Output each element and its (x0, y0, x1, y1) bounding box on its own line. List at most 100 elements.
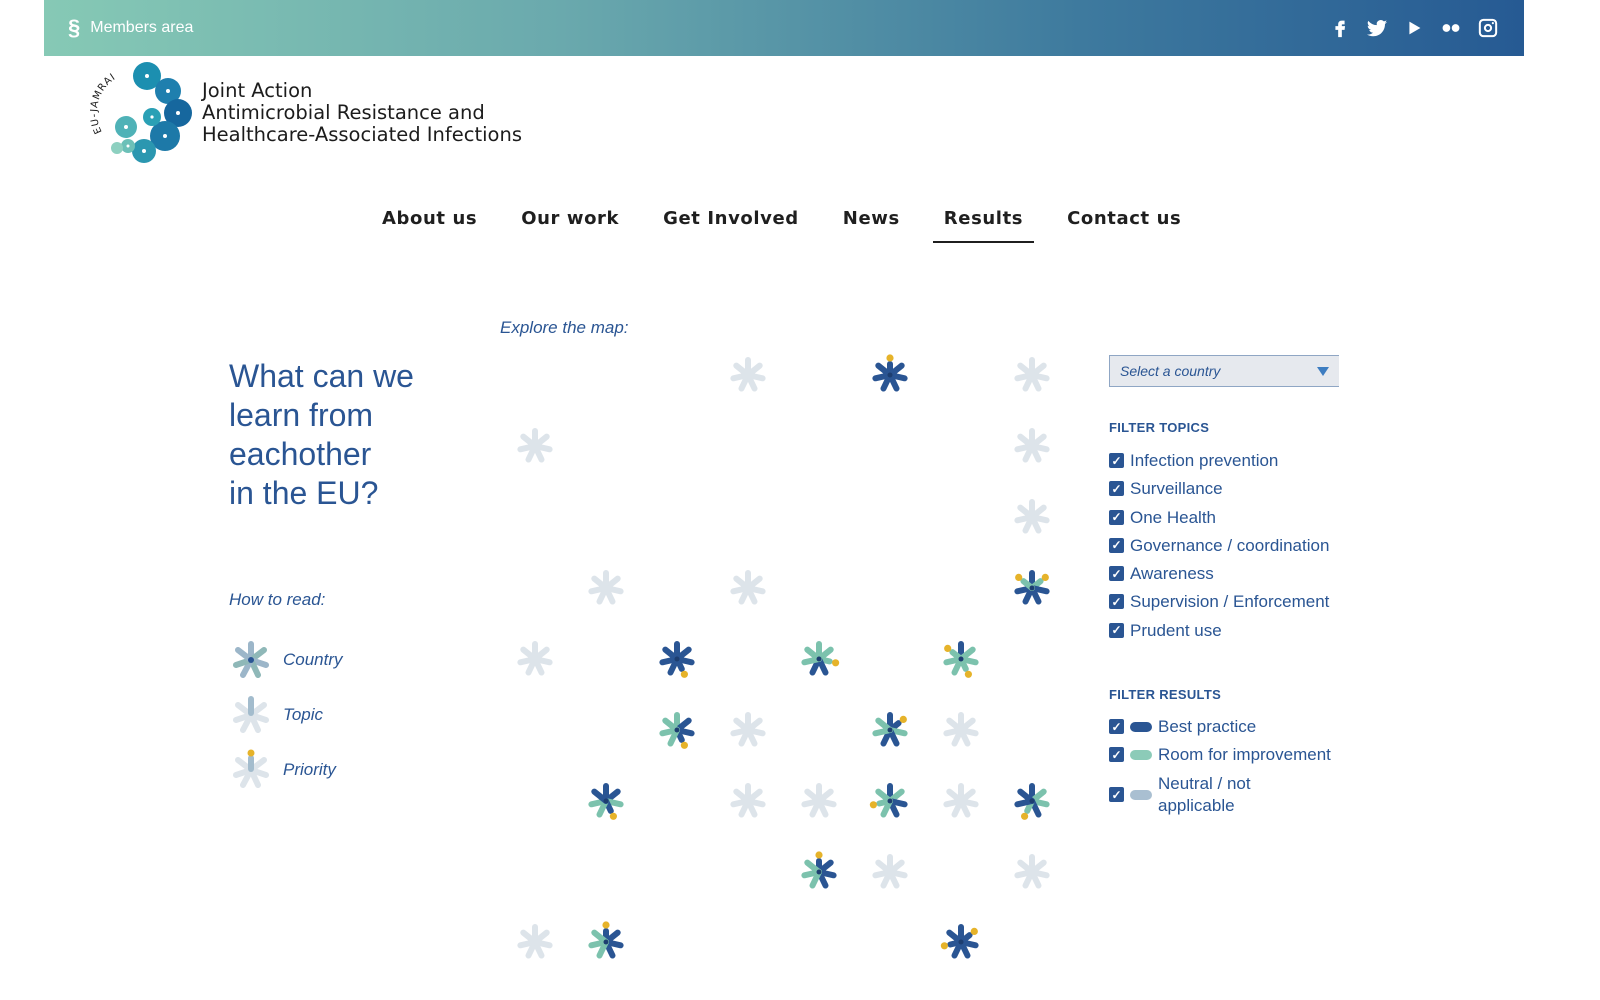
topic-filter-surveillance[interactable]: ✓ Surveillance (1109, 478, 1329, 506)
facebook-icon[interactable] (1321, 13, 1358, 43)
flower-center (1029, 585, 1035, 591)
flower-center (887, 798, 893, 804)
instagram-icon[interactable] (1469, 13, 1506, 43)
logo[interactable]: EU-JAMRAI Joint Action Antimicrobial Res… (89, 58, 522, 168)
filter-results-list: ✓ Best practice ✓ Room for improvement ✓… (1109, 716, 1349, 817)
country-flower[interactable] (943, 641, 979, 678)
flower-center (816, 869, 822, 875)
result-filter-best-practice[interactable]: ✓ Best practice (1109, 716, 1349, 744)
country-flower-empty (1014, 428, 1050, 463)
nav-news[interactable]: News (832, 204, 911, 243)
title-line-1: What can we (229, 358, 414, 394)
title-line-3: eachother (229, 436, 372, 472)
flower-center (887, 372, 893, 378)
priority-dot (609, 812, 617, 820)
country-flower[interactable] (1014, 783, 1050, 820)
checkbox-checked[interactable]: ✓ (1109, 566, 1124, 582)
country-flower[interactable] (869, 783, 908, 818)
country-flower-icon (233, 640, 269, 678)
logo-line-2: Antimicrobial Resistance and (202, 101, 485, 124)
country-flower[interactable] (801, 851, 837, 889)
how-to-read-legend: Country Topic Priority (229, 632, 343, 797)
members-area-link[interactable]: § Members area (68, 17, 193, 39)
country-flower-empty (517, 641, 553, 676)
neutral-swatch (1130, 789, 1152, 800)
country-flower[interactable] (801, 641, 840, 676)
priority-dot (602, 921, 610, 929)
legend-topic-label: Topic (283, 704, 324, 724)
nav-about-us[interactable]: About us (371, 204, 488, 243)
country-flower[interactable] (872, 712, 908, 747)
priority-dot (940, 942, 948, 950)
priority-dot (815, 851, 823, 859)
room-for-improvement-swatch (1130, 750, 1152, 761)
topic-filter-prudent-use[interactable]: ✓ Prudent use (1109, 620, 1329, 648)
country-flower-empty (730, 712, 766, 747)
nav-results[interactable]: Results (932, 204, 1035, 243)
checkbox-checked[interactable]: ✓ (1109, 719, 1124, 734)
result-filter-neutral[interactable]: ✓ Neutral / not applicable (1109, 773, 1349, 817)
result-label: Room for improvement (1158, 745, 1331, 765)
country-flower-empty (730, 570, 766, 605)
social-links (1321, 13, 1506, 43)
priority-dot (1021, 812, 1029, 820)
priority-dot (1015, 573, 1023, 581)
country-flower[interactable] (588, 921, 624, 959)
country-flower[interactable] (659, 712, 695, 749)
topic-label: Awareness (1130, 564, 1214, 584)
nav-our-work[interactable]: Our work (510, 204, 630, 243)
priority-dot (886, 354, 894, 362)
priority-dot (899, 715, 907, 723)
youtube-icon[interactable] (1395, 13, 1432, 43)
checkbox-checked[interactable]: ✓ (1109, 453, 1124, 468)
nav-get-involved[interactable]: Get Involved (652, 204, 810, 243)
flower-center (887, 727, 893, 733)
topic-filter-governance[interactable]: ✓ Governance / coordination (1109, 535, 1329, 563)
checkbox-checked[interactable]: ✓ (1109, 537, 1124, 553)
country-flower-empty (588, 570, 624, 605)
checkbox-checked[interactable]: ✓ (1109, 509, 1124, 525)
flower-center (816, 656, 822, 662)
checkbox-checked[interactable]: ✓ (1109, 481, 1124, 497)
members-icon: § (68, 15, 81, 40)
flower-center (1029, 798, 1035, 804)
flower-center (958, 939, 964, 945)
topic-label: Supervision / Enforcement (1130, 592, 1330, 612)
flickr-icon[interactable] (1432, 13, 1469, 43)
legend-priority: Priority (229, 742, 343, 797)
country-flower[interactable] (1014, 570, 1050, 605)
priority-flower-icon (233, 749, 269, 788)
topic-label: Infection prevention (1130, 451, 1279, 470)
topic-filter-supervision[interactable]: ✓ Supervision / Enforcement (1109, 591, 1329, 619)
best-practice-swatch (1130, 722, 1152, 732)
priority-dot (832, 659, 840, 667)
members-area-label: Members area (90, 19, 194, 36)
topic-filter-awareness[interactable]: ✓ Awareness (1109, 563, 1329, 591)
country-flower-empty (872, 854, 908, 889)
checkbox-checked[interactable]: ✓ (1109, 594, 1124, 610)
country-flower[interactable] (872, 354, 908, 392)
priority-dot (970, 927, 978, 936)
country-select[interactable]: Select a country (1109, 355, 1339, 387)
nav-contact-us[interactable]: Contact us (1056, 204, 1192, 243)
legend-topic: Topic (229, 687, 343, 742)
filter-topics-title: FILTER TOPICS (1109, 420, 1210, 435)
flower-center (674, 656, 680, 662)
checkbox-checked[interactable]: ✓ (1109, 622, 1124, 638)
country-flower[interactable] (588, 783, 624, 820)
checkbox-checked[interactable]: ✓ (1109, 787, 1124, 803)
legend-country-label: Country (283, 649, 343, 669)
checkbox-checked[interactable]: ✓ (1109, 747, 1124, 763)
twitter-icon[interactable] (1358, 13, 1395, 43)
result-filter-room-for-improvement[interactable]: ✓ Room for improvement (1109, 744, 1349, 772)
result-label: Neutral / not applicable (1158, 773, 1251, 815)
logo-text: Joint Action Antimicrobial Resistance an… (202, 80, 522, 146)
topic-filter-one-health[interactable]: ✓ One Health (1109, 507, 1329, 535)
country-flower[interactable] (659, 641, 695, 678)
topic-label: Prudent use (1130, 620, 1222, 640)
priority-dot (680, 670, 688, 678)
logo-bubbles-icon: EU-JAMRAI (89, 60, 200, 166)
country-flower[interactable] (940, 924, 979, 959)
logo-ring-text: EU-JAMRAI (89, 71, 117, 135)
topic-filter-infection-prevention[interactable]: ✓ Infection prevention (1109, 450, 1329, 478)
